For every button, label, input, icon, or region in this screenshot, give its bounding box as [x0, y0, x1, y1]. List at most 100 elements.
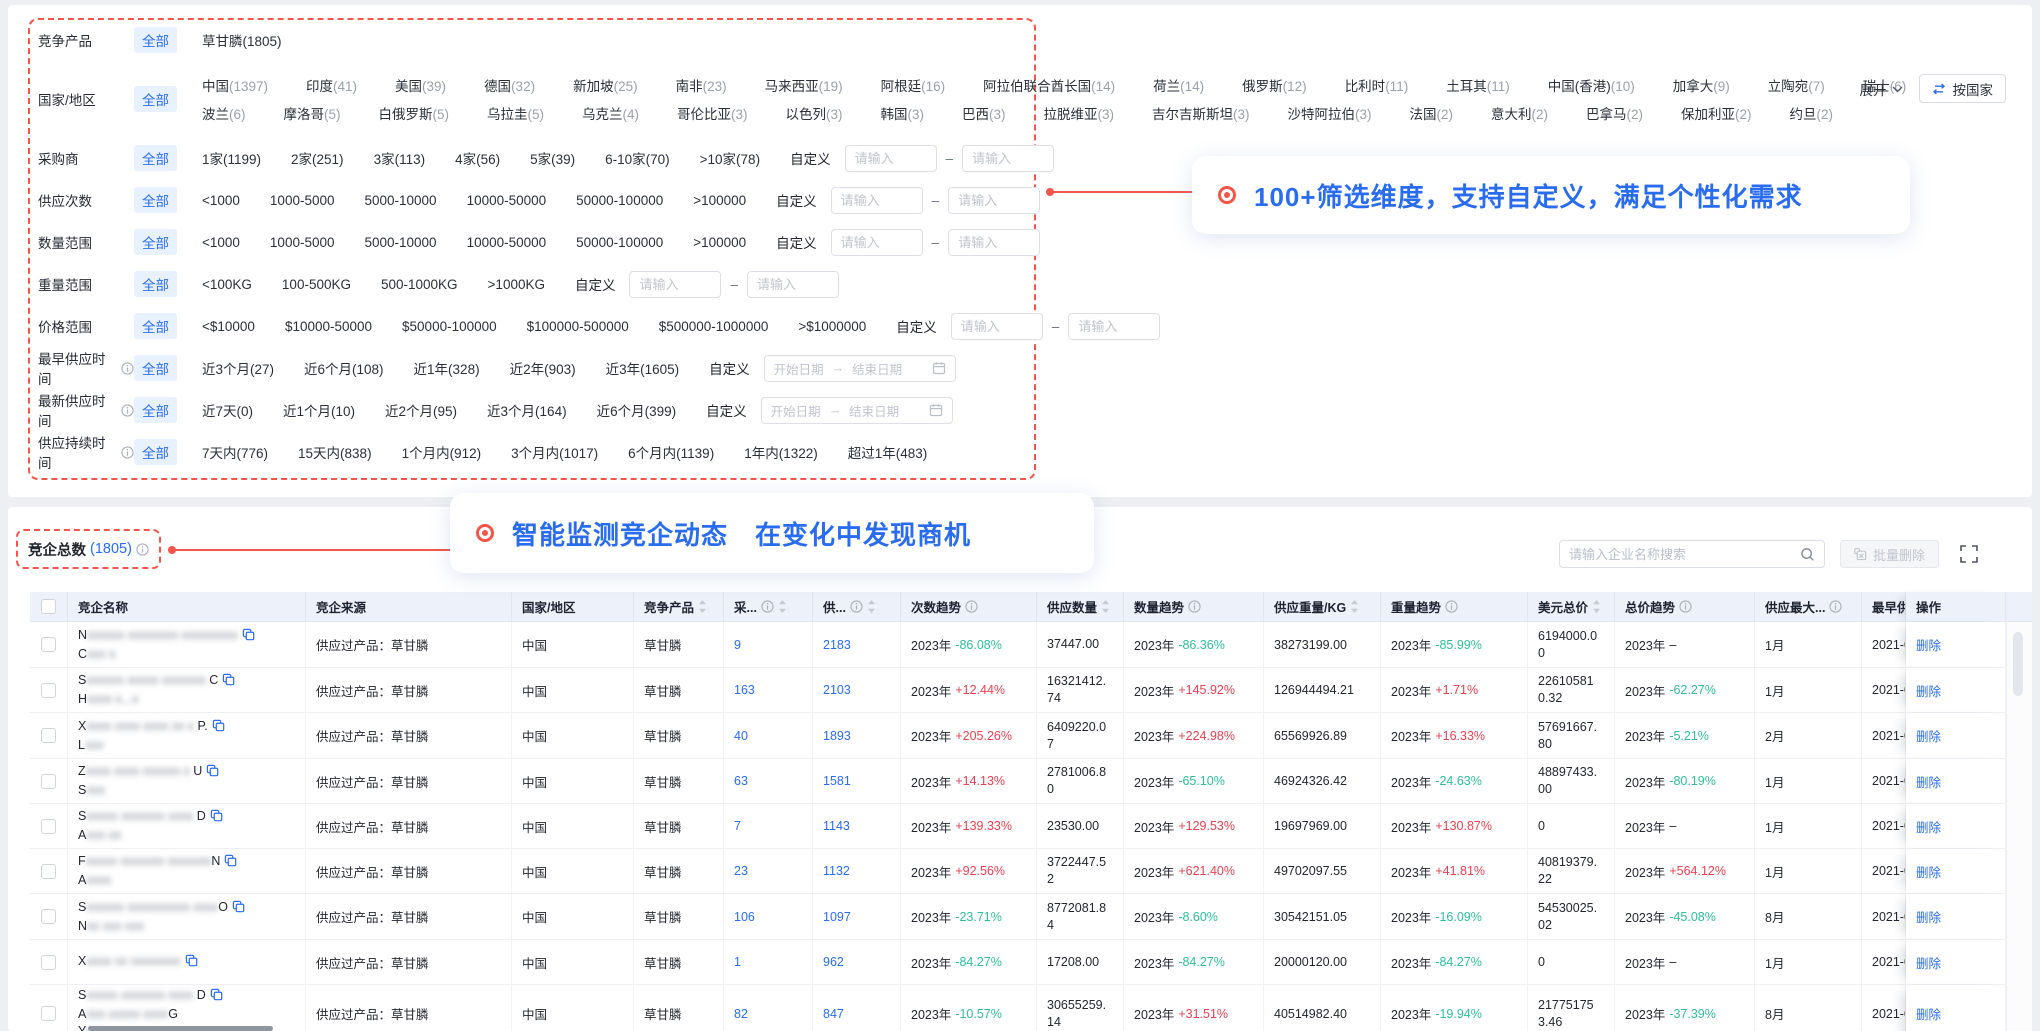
info-icon[interactable] — [965, 600, 978, 613]
filter-option[interactable]: 3个月内(1017) — [511, 442, 598, 462]
sort-icon[interactable] — [778, 599, 787, 614]
supply-count-cell[interactable]: 2103 — [813, 668, 901, 713]
filter-option[interactable]: 吉尔吉斯斯坦(3) — [1152, 103, 1250, 123]
horizontal-scrollbar[interactable] — [88, 1026, 273, 1031]
filter-option[interactable]: 哥伦比亚(3) — [677, 103, 748, 123]
custom-min-input[interactable] — [845, 145, 937, 172]
info-icon[interactable] — [121, 362, 134, 375]
filter-option[interactable]: <1000 — [202, 193, 240, 208]
buyers-count-cell[interactable]: 9 — [724, 622, 813, 668]
filter-option[interactable]: $100000-500000 — [527, 319, 629, 334]
delete-link[interactable]: 删除 — [1916, 635, 1941, 654]
filter-supply-count-all-chip[interactable]: 全部 — [134, 187, 177, 213]
filter-option[interactable]: 荷兰(14) — [1153, 75, 1204, 95]
custom-max-input[interactable] — [948, 229, 1040, 256]
filter-supply-duration-all-chip[interactable]: 全部 — [134, 439, 177, 465]
custom-label[interactable]: 自定义 — [709, 358, 750, 378]
filter-option[interactable]: 土耳其(11) — [1446, 75, 1510, 95]
filter-option[interactable]: >1000KG — [488, 277, 545, 292]
filter-option[interactable]: 拉脱维亚(3) — [1044, 103, 1115, 123]
search-icon[interactable] — [1800, 547, 1815, 562]
filter-option[interactable]: 50000-100000 — [576, 193, 663, 208]
filter-option[interactable]: 近6个月(108) — [304, 358, 384, 378]
sort-icon[interactable] — [867, 599, 876, 614]
delete-link[interactable]: 删除 — [1916, 953, 1941, 972]
filter-option[interactable]: 保加利亚(2) — [1681, 103, 1752, 123]
custom-max-input[interactable] — [1068, 313, 1160, 340]
sort-icon[interactable] — [1101, 599, 1110, 614]
row-checkbox[interactable] — [41, 1006, 56, 1021]
fullscreen-icon[interactable] — [1958, 543, 1980, 565]
filter-quantity-range-all-chip[interactable]: 全部 — [134, 229, 177, 255]
filter-option[interactable]: 100-500KG — [282, 277, 351, 292]
filter-option[interactable]: 韩国(3) — [881, 103, 925, 123]
supply-count-cell[interactable]: 1893 — [813, 713, 901, 759]
filter-option[interactable]: 摩洛哥(5) — [284, 103, 341, 123]
copy-icon[interactable] — [232, 900, 245, 918]
filter-latest-supply-time-all-chip[interactable]: 全部 — [134, 397, 177, 423]
filter-option[interactable]: 1年内(1322) — [744, 442, 818, 462]
filter-option[interactable]: 1000-5000 — [270, 193, 335, 208]
custom-label[interactable]: 自定义 — [896, 316, 937, 336]
info-icon[interactable] — [1829, 600, 1842, 613]
filter-option[interactable]: 4家(56) — [455, 148, 500, 168]
filter-option[interactable]: 草甘膦(1805) — [202, 30, 282, 50]
row-checkbox[interactable] — [41, 819, 56, 834]
supply-count-cell[interactable]: 1581 — [813, 759, 901, 804]
filter-option[interactable]: 5000-10000 — [364, 235, 436, 250]
custom-label[interactable]: 自定义 — [575, 274, 616, 294]
copy-icon[interactable] — [185, 954, 198, 972]
sort-icon[interactable] — [1350, 599, 1359, 614]
filter-option[interactable]: 约旦(2) — [1790, 103, 1834, 123]
filter-option[interactable]: 意大利(2) — [1491, 103, 1548, 123]
supply-count-cell[interactable]: 1143 — [813, 804, 901, 849]
filter-option[interactable]: 乌拉圭(5) — [487, 103, 544, 123]
filter-option[interactable]: 中国(1397) — [202, 75, 268, 95]
custom-label[interactable]: 自定义 — [776, 190, 817, 210]
delete-link[interactable]: 删除 — [1916, 772, 1941, 791]
filter-option[interactable]: <$10000 — [202, 319, 255, 334]
filter-option[interactable]: 2家(251) — [291, 148, 344, 168]
filter-option[interactable]: 15天内(838) — [298, 442, 372, 462]
supply-count-cell[interactable]: 847 — [813, 985, 901, 1031]
filter-option[interactable]: >$1000000 — [798, 319, 866, 334]
custom-max-input[interactable] — [948, 187, 1040, 214]
filter-option[interactable]: >10家(78) — [700, 148, 760, 168]
filter-option[interactable]: 7天内(776) — [202, 442, 268, 462]
by-country-button[interactable]: 按国家 — [1919, 74, 2007, 103]
vertical-scrollbar[interactable] — [2013, 632, 2023, 696]
filter-option[interactable]: 巴拿马(2) — [1586, 103, 1643, 123]
row-checkbox[interactable] — [41, 637, 56, 652]
delete-link[interactable]: 删除 — [1916, 862, 1941, 881]
filter-option[interactable]: 巴西(3) — [962, 103, 1006, 123]
filter-option[interactable]: 1000-5000 — [270, 235, 335, 250]
copy-icon[interactable] — [222, 673, 235, 691]
filter-option[interactable]: 3家(113) — [374, 148, 426, 168]
copy-icon[interactable] — [242, 628, 255, 646]
filter-option[interactable]: 10000-50000 — [467, 235, 547, 250]
delete-link[interactable]: 删除 — [1916, 817, 1941, 836]
buyers-count-cell[interactable]: 82 — [724, 985, 813, 1031]
custom-label[interactable]: 自定义 — [776, 232, 817, 252]
filter-option[interactable]: 南非(23) — [676, 75, 727, 95]
filter-option[interactable]: 500-1000KG — [381, 277, 458, 292]
row-checkbox[interactable] — [41, 909, 56, 924]
filter-option[interactable]: 法国(2) — [1410, 103, 1454, 123]
batch-delete-button[interactable]: 批量删除 — [1840, 540, 1939, 568]
filter-option[interactable]: 加拿大(9) — [1673, 75, 1730, 95]
custom-label[interactable]: 自定义 — [790, 148, 831, 168]
custom-min-input[interactable] — [831, 187, 923, 214]
custom-label[interactable]: 自定义 — [706, 400, 747, 420]
filter-option[interactable]: 阿拉伯联合酋长国(14) — [983, 75, 1115, 95]
filter-option[interactable]: >100000 — [693, 193, 746, 208]
filter-country-all-chip[interactable]: 全部 — [134, 86, 177, 112]
sort-icon[interactable] — [1592, 599, 1601, 614]
date-range-picker[interactable]: 开始日期→结束日期 — [761, 397, 953, 424]
info-icon[interactable] — [121, 446, 134, 459]
sort-icon[interactable] — [698, 599, 707, 614]
row-checkbox[interactable] — [41, 683, 56, 698]
filter-option[interactable]: 1家(1199) — [202, 148, 261, 168]
filter-option[interactable]: 马来西亚(19) — [765, 75, 843, 95]
copy-icon[interactable] — [212, 719, 225, 737]
copy-icon[interactable] — [224, 854, 237, 872]
